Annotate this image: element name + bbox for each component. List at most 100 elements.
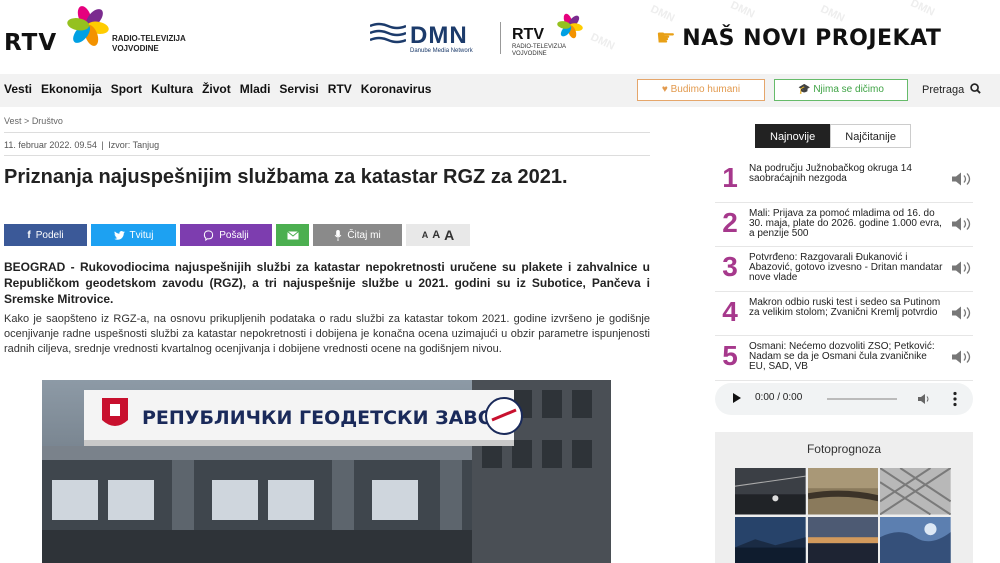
volume-icon[interactable]: [917, 392, 931, 406]
nav-item-ekonomija[interactable]: Ekonomija: [41, 82, 102, 96]
news-headline-link[interactable]: Osmani: Nećemo dozvoliti ZSO; Petković: …: [749, 342, 945, 372]
nav-item-servisi[interactable]: Servisi: [279, 82, 318, 96]
article-lead: BEOGRAD - Rukovodiocima najuspešnijih sl…: [4, 260, 650, 306]
news-rank-number: 1: [722, 162, 738, 193]
dmn-watermark: DMN: [908, 0, 937, 19]
dmn-logo[interactable]: DMN Danube Media Network RTV RADIO-TELEV…: [370, 12, 600, 58]
fotoprognoza-grid: [735, 468, 951, 563]
dmn-logo-subtitle: Danube Media Network: [410, 48, 473, 54]
twitter-icon: [113, 230, 125, 240]
twitter-share-label: Tvituj: [129, 229, 154, 241]
nav-item-rtv[interactable]: RTV: [328, 82, 352, 96]
news-headline-link[interactable]: Na području Južnobačkog okruga 14 saobra…: [749, 164, 945, 184]
news-rank-number: 4: [722, 295, 738, 327]
news-list-item[interactable]: 2 Mali: Prijava za pomoć mladima od 16. d…: [715, 203, 973, 247]
search-label: Pretraga: [922, 84, 965, 96]
heart-icon: ♥: [661, 84, 668, 95]
fotoprognoza-title: Fotoprognoza: [806, 442, 882, 456]
budimo-humani-label: Budimo humani: [670, 84, 741, 95]
news-list-item[interactable]: 5 Osmani: Nećemo dozvoliti ZSO; Petković:…: [715, 336, 973, 381]
speaker-icon[interactable]: [951, 350, 973, 364]
audio-player: 0:00 / 0:00: [715, 383, 973, 415]
weather-photo-thumbnail[interactable]: [735, 468, 806, 515]
building-photo-image: РЕПУБЛИЧКИ ГЕОДЕТСКИ ЗАВОД: [42, 380, 611, 563]
rtv-logo[interactable]: RTV RADIO-TELEVIZIJA VOJVODINE: [4, 4, 204, 56]
photo-sign-text: РЕПУБЛИЧКИ ГЕОДЕТСКИ ЗАВОД: [142, 407, 511, 429]
weather-photo-thumbnail[interactable]: [807, 468, 879, 515]
news-headline-link[interactable]: Mali: Prijava za pomoć mladima od 16. do…: [749, 208, 945, 239]
budimo-humani-button[interactable]: ♥ Budimo humani: [637, 79, 765, 101]
graduation-cap-icon: 🎓: [798, 84, 811, 95]
nav-item-život[interactable]: Život: [202, 82, 231, 96]
news-list-item[interactable]: 1 Na području Južnobačkog okruga 14 saobr…: [715, 158, 973, 203]
weather-photo-thumbnail[interactable]: [735, 516, 806, 563]
viber-share-label: Pošalji: [219, 229, 249, 241]
news-headline-link[interactable]: Potvrđeno: Razgovarali Đukanović i Abazo…: [749, 253, 945, 283]
speaker-icon[interactable]: [951, 261, 973, 275]
speaker-icon[interactable]: [951, 306, 973, 320]
rtv-logo-text: RTV: [4, 30, 58, 56]
viber-share-button[interactable]: Pošalji: [180, 224, 272, 246]
facebook-share-button[interactable]: f Podeli: [4, 224, 87, 246]
audio-progress-slider[interactable]: [827, 398, 897, 400]
speaker-icon[interactable]: [951, 172, 973, 186]
dmn-watermark: DMN: [728, 0, 757, 21]
tab-najcitanije[interactable]: Najčitanije: [830, 124, 911, 148]
nav-item-sport[interactable]: Sport: [111, 82, 142, 96]
news-headline-link[interactable]: Makron odbio ruski test i sedeo sa Putin…: [749, 297, 945, 318]
microphone-icon: [335, 229, 342, 241]
fotoprognoza-widget: Fotoprognoza: [715, 432, 973, 563]
sidebar-tabs: Najnovije Najčitanije: [755, 124, 911, 148]
nav-item-mladi[interactable]: Mladi: [240, 82, 271, 96]
site-header: DMN DMN DMN DMN DMN RTV RADIO-TELEVIZIJA…: [0, 0, 1000, 74]
weather-photo-thumbnail[interactable]: [880, 468, 951, 515]
rtv-small-logo-subtitle: RADIO-TELEVIZIJA VOJVODINE: [512, 44, 567, 57]
divider: [4, 155, 650, 156]
share-toolbar: f Podeli Tvituj Pošalji Čitaj mi A A A: [4, 224, 474, 246]
njima-se-dicimo-button[interactable]: 🎓 Njima se dičimo: [774, 79, 908, 101]
dmn-waves-icon: [370, 22, 406, 44]
news-rank-number: 3: [722, 251, 738, 282]
promo-text: NAŠ NOVI PROJEKAT: [682, 26, 942, 51]
weather-photo-thumbnail[interactable]: [807, 516, 879, 563]
njima-se-dicimo-label: Njima se dičimo: [813, 84, 884, 95]
rtv-flower-logo-icon: [67, 6, 109, 46]
nav-menu: Vesti Ekonomija Sport Kultura Život Mladi Serv…: [4, 82, 440, 96]
rtv-logo-subtitle: RADIO-TELEVIZIJA VOJVODINE: [112, 34, 186, 53]
breadcrumb-drustvo[interactable]: Društvo: [32, 116, 63, 126]
news-list-item[interactable]: 4 Makron odbio ruski test i sedeo sa Puti…: [715, 292, 973, 336]
search-button[interactable]: Pretraga: [922, 83, 981, 96]
news-list-item[interactable]: 3 Potvrđeno: Razgovarali Đukanović i Abaz…: [715, 247, 973, 292]
promo-link[interactable]: ☛ NAŠ NOVI PROJEKAT: [656, 26, 941, 51]
email-share-button[interactable]: [276, 224, 309, 246]
nav-item-koronavirus[interactable]: Koronavirus: [361, 82, 432, 96]
font-size-small-button[interactable]: A: [422, 230, 429, 240]
tab-najnovije[interactable]: Najnovije: [755, 124, 831, 148]
nav-item-vesti[interactable]: Vesti: [4, 82, 32, 96]
font-size-medium-button[interactable]: A: [432, 229, 440, 241]
news-list: 1 Na području Južnobačkog okruga 14 saobr…: [715, 158, 973, 381]
article-source: Izvor: Tanjug: [108, 140, 160, 150]
audio-time: 0:00 / 0:00: [755, 392, 803, 403]
twitter-share-button[interactable]: Tvituj: [91, 224, 176, 246]
read-aloud-label: Čitaj mi: [347, 229, 381, 241]
news-rank-number: 5: [722, 340, 738, 371]
read-aloud-button[interactable]: Čitaj mi: [313, 224, 402, 246]
article-title: Priznanja najuspešnijim službama za kata…: [4, 166, 568, 188]
article-date: 11. februar 2022. 09.54: [4, 140, 97, 150]
rtv-small-flower-icon: [557, 13, 583, 39]
weather-photo-thumbnail[interactable]: [880, 516, 951, 563]
breadcrumb-separator: >: [24, 116, 30, 126]
rtv-small-logo-text: RTV: [512, 26, 544, 43]
speaker-icon[interactable]: [951, 217, 973, 231]
viber-icon: [204, 229, 214, 241]
breadcrumb-vest[interactable]: Vest: [4, 116, 22, 126]
more-options-icon[interactable]: [953, 391, 957, 407]
logo-separator: [500, 22, 501, 54]
play-icon[interactable]: [733, 393, 741, 403]
article-photo[interactable]: РЕПУБЛИЧКИ ГЕОДЕТСКИ ЗАВОД: [42, 380, 611, 563]
nav-item-kultura[interactable]: Kultura: [151, 82, 193, 96]
font-size-large-button[interactable]: A: [444, 227, 454, 243]
news-rank-number: 2: [722, 206, 738, 238]
search-icon: [970, 83, 981, 94]
